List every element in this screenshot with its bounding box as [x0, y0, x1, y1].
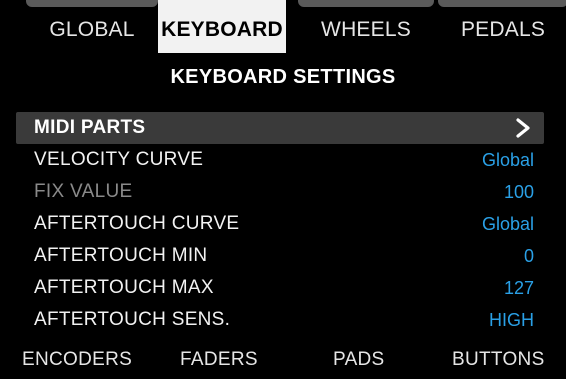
setting-row-aftertouch-max[interactable]: AFTERTOUCH MAX 127 — [16, 272, 544, 304]
tab-global-label: GLOBAL — [49, 17, 135, 41]
setting-row-velocity-curve[interactable]: VELOCITY CURVE Global — [16, 144, 544, 176]
tab-pedals[interactable]: PEDALS — [438, 0, 566, 53]
setting-label: AFTERTOUCH SENS. — [34, 309, 231, 330]
top-tab-bar: GLOBAL KEYBOARD WHEELS PEDALS — [12, 0, 566, 55]
tab-global-cap — [26, 0, 158, 7]
setting-label: VELOCITY CURVE — [34, 149, 204, 170]
tab-wheels-cap — [298, 0, 434, 7]
tab-pedals-label: PEDALS — [460, 17, 546, 41]
bottom-softkey-bar: ENCODERS FADERS PADS BUTTONS — [0, 345, 566, 379]
setting-row-aftertouch-sens[interactable]: AFTERTOUCH SENS. HIGH — [16, 304, 544, 336]
setting-label: AFTERTOUCH MAX — [34, 277, 214, 298]
setting-label: MIDI PARTS — [34, 117, 146, 138]
setting-value: 100 — [503, 181, 534, 202]
setting-value: Global — [481, 149, 534, 170]
softkey-pads[interactable]: PADS — [333, 349, 385, 371]
setting-row-aftertouch-min[interactable]: AFTERTOUCH MIN 0 — [16, 240, 544, 272]
page-title: KEYBOARD SETTINGS — [170, 66, 396, 88]
setting-label: AFTERTOUCH CURVE — [34, 213, 240, 234]
setting-value: 127 — [503, 277, 534, 298]
setting-label: AFTERTOUCH MIN — [34, 245, 208, 266]
softkey-buttons[interactable]: BUTTONS — [452, 349, 545, 371]
tab-keyboard-label: KEYBOARD — [161, 17, 283, 41]
setting-value: Global — [481, 213, 534, 234]
setting-row-fix-value[interactable]: FIX VALUE 100 — [16, 176, 544, 208]
setting-label: FIX VALUE — [34, 181, 133, 202]
setting-row-midi-parts[interactable]: MIDI PARTS — [16, 112, 544, 144]
tab-global[interactable]: GLOBAL — [26, 0, 158, 53]
chevron-right-icon — [512, 117, 534, 139]
tab-wheels-label: WHEELS — [321, 17, 411, 41]
tab-pedals-cap — [438, 0, 566, 7]
device-screen: GLOBAL KEYBOARD WHEELS PEDALS KEYBOARD S… — [0, 0, 566, 379]
softkey-encoders[interactable]: ENCODERS — [22, 349, 132, 371]
softkey-faders[interactable]: FADERS — [180, 349, 258, 371]
setting-value: 0 — [523, 245, 534, 266]
setting-value: HIGH — [489, 309, 534, 330]
setting-row-aftertouch-curve[interactable]: AFTERTOUCH CURVE Global — [16, 208, 544, 240]
settings-list: MIDI PARTS VELOCITY CURVE Global FIX VAL… — [16, 112, 544, 336]
tab-wheels[interactable]: WHEELS — [298, 0, 434, 53]
tab-keyboard[interactable]: KEYBOARD — [158, 0, 286, 53]
